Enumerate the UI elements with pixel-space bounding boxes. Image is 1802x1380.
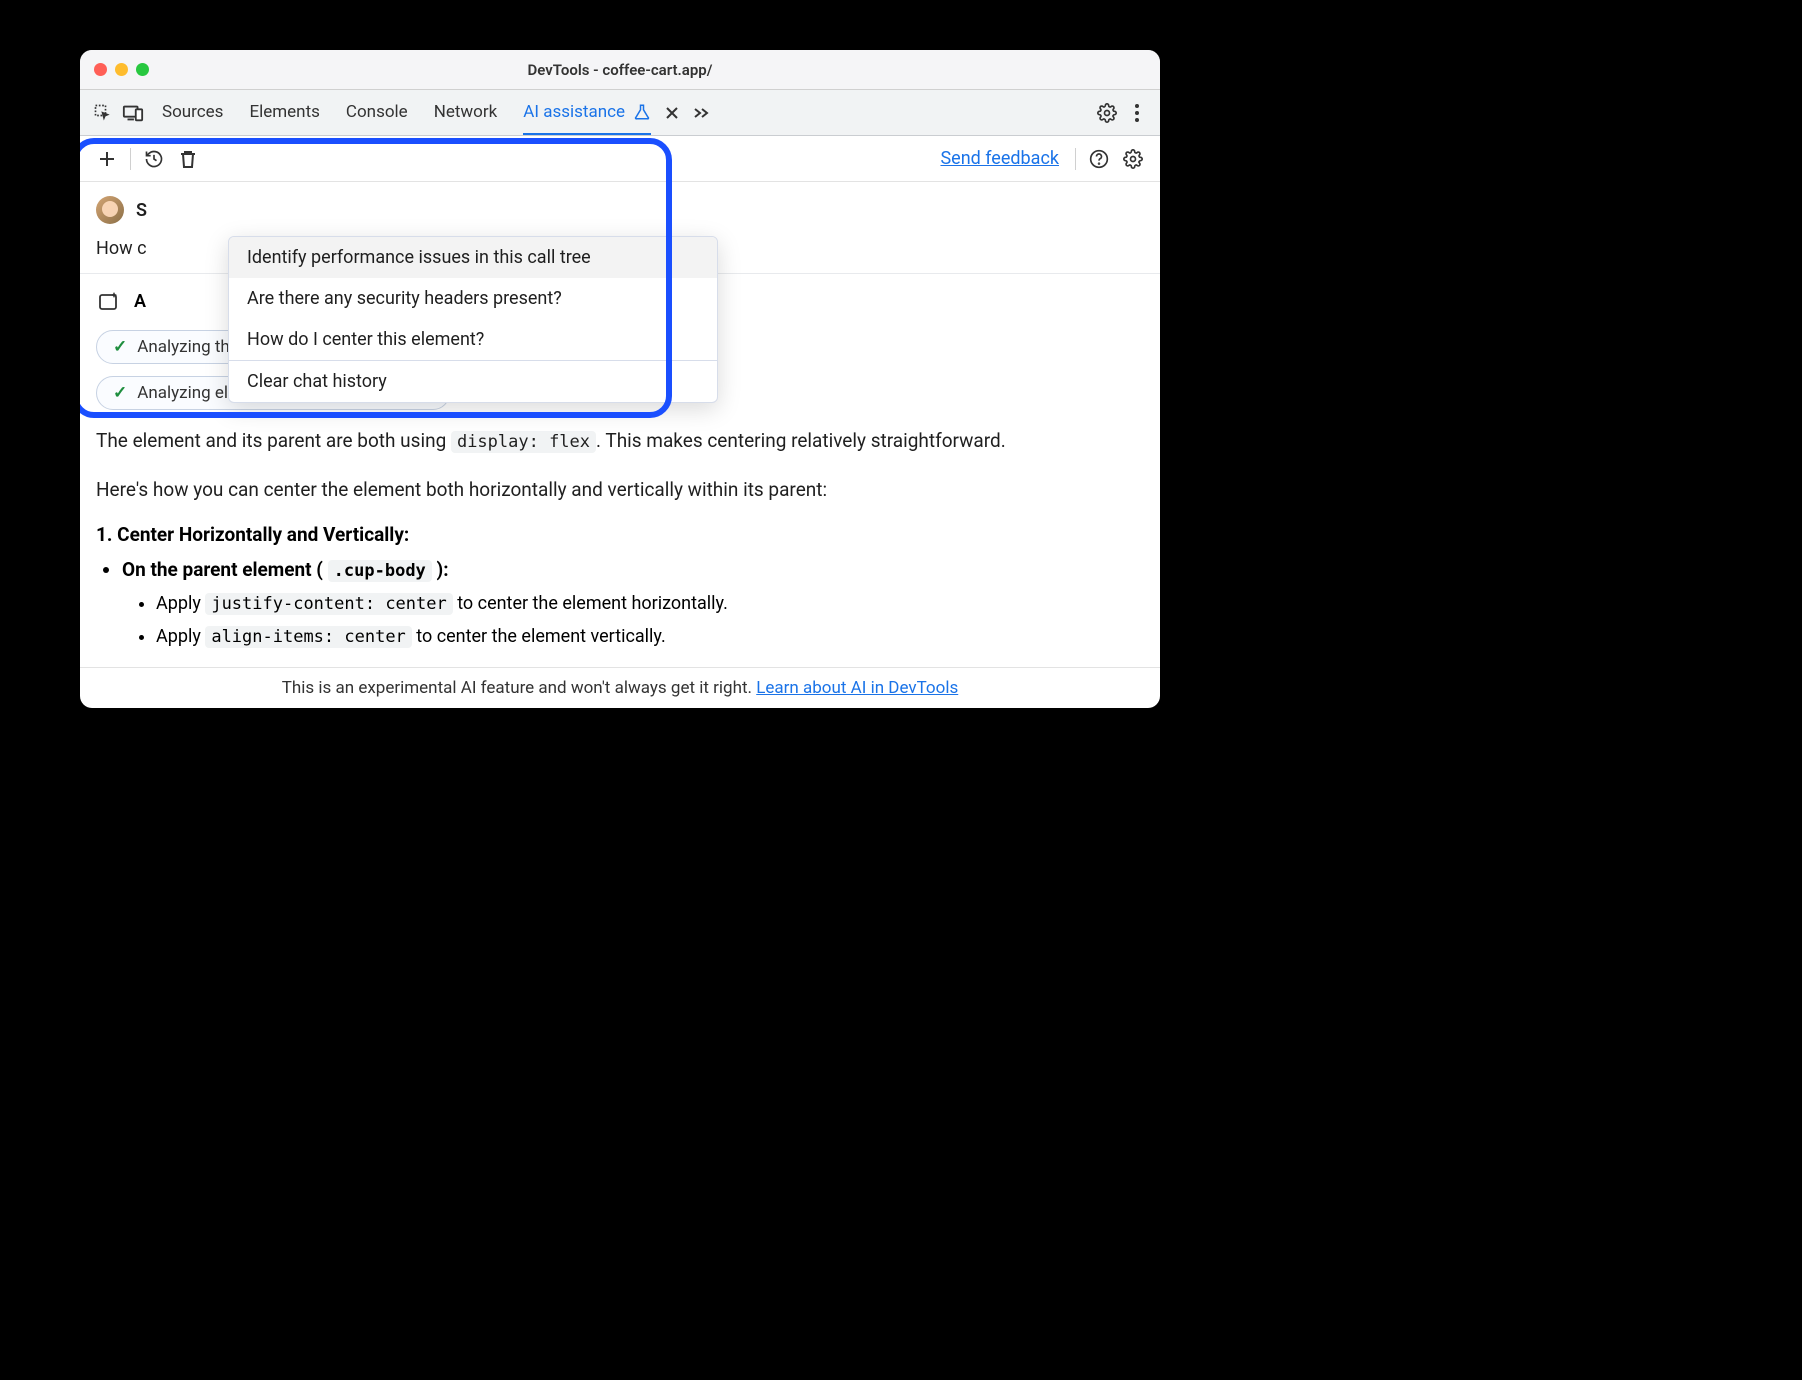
delete-icon[interactable] bbox=[171, 142, 205, 176]
user-message-header: S bbox=[80, 182, 1160, 238]
ai-paragraph: Here's how you can center the element bo… bbox=[80, 465, 1160, 514]
tab-sources[interactable]: Sources bbox=[162, 90, 223, 135]
code-inline: align-items: center bbox=[205, 626, 411, 648]
help-icon[interactable] bbox=[1082, 142, 1116, 176]
new-chat-icon[interactable] bbox=[90, 142, 124, 176]
ai-panel-toolbar: Send feedback bbox=[80, 136, 1160, 182]
clear-history-item[interactable]: Clear chat history bbox=[229, 361, 717, 402]
code-inline: justify-content: center bbox=[205, 593, 452, 615]
tab-console[interactable]: Console bbox=[346, 90, 408, 135]
footer-text: This is an experimental AI feature and w… bbox=[282, 678, 756, 698]
maximize-window-button[interactable] bbox=[136, 63, 149, 76]
list-item: On the parent element ( .cup-body ): App… bbox=[122, 554, 1160, 657]
more-tabs-icon[interactable] bbox=[687, 98, 717, 128]
ai-sparkle-icon bbox=[96, 288, 122, 314]
tab-ai-label: AI assistance bbox=[523, 102, 625, 122]
check-icon: ✓ bbox=[113, 383, 127, 403]
ai-name: A bbox=[134, 291, 146, 312]
close-tab-icon[interactable] bbox=[657, 98, 687, 128]
tab-network[interactable]: Network bbox=[434, 90, 498, 135]
user-name: S bbox=[136, 200, 147, 221]
kebab-menu-icon[interactable] bbox=[1122, 98, 1152, 128]
code-inline: .cup-body bbox=[328, 560, 432, 582]
list-item: Apply align-items: center to center the … bbox=[156, 620, 1144, 653]
history-item[interactable]: Are there any security headers present? bbox=[229, 278, 717, 319]
history-item[interactable]: Identify performance issues in this call… bbox=[229, 237, 717, 278]
tab-elements[interactable]: Elements bbox=[249, 90, 319, 135]
history-icon[interactable] bbox=[137, 142, 171, 176]
settings-gear-icon[interactable] bbox=[1092, 98, 1122, 128]
ai-paragraph: The element and its parent are both usin… bbox=[80, 416, 1160, 465]
window-title: DevTools - coffee-cart.app/ bbox=[80, 61, 1160, 79]
send-feedback-link[interactable]: Send feedback bbox=[940, 148, 1059, 169]
history-item[interactable]: How do I center this element? bbox=[229, 319, 717, 360]
inspect-element-icon[interactable] bbox=[88, 98, 118, 128]
ai-list: On the parent element ( .cup-body ): App… bbox=[80, 554, 1160, 657]
avatar bbox=[96, 196, 124, 224]
panel-settings-icon[interactable] bbox=[1116, 142, 1150, 176]
devtools-tabstrip: Sources Elements Console Network AI assi… bbox=[80, 90, 1160, 136]
ai-section-heading: 1. Center Horizontally and Vertically: bbox=[80, 515, 1160, 554]
check-icon: ✓ bbox=[113, 337, 127, 357]
titlebar: DevTools - coffee-cart.app/ bbox=[80, 50, 1160, 90]
footer-link[interactable]: Learn about AI in DevTools bbox=[756, 678, 958, 698]
list-item: Apply justify-content: center to center … bbox=[156, 587, 1144, 620]
history-dropdown: Identify performance issues in this call… bbox=[228, 236, 718, 403]
flask-icon bbox=[633, 103, 651, 121]
tab-ai-assistance[interactable]: AI assistance bbox=[523, 90, 651, 135]
code-inline: display: flex bbox=[451, 431, 596, 453]
devtools-window: DevTools - coffee-cart.app/ Sources Elem… bbox=[80, 50, 1160, 708]
minimize-window-button[interactable] bbox=[115, 63, 128, 76]
device-toolbar-icon[interactable] bbox=[118, 98, 148, 128]
ai-disclaimer-footer: This is an experimental AI feature and w… bbox=[80, 667, 1160, 708]
traffic-lights bbox=[80, 63, 149, 76]
close-window-button[interactable] bbox=[94, 63, 107, 76]
